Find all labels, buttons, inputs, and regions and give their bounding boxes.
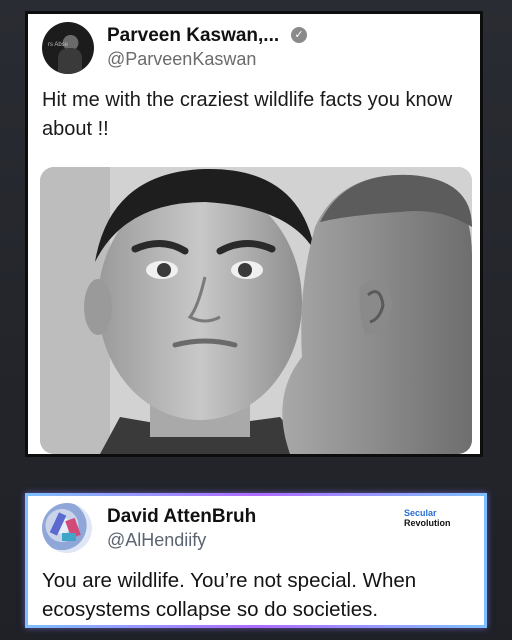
avatar-caption: rs Abse bbox=[48, 42, 69, 48]
tweet-text: Hit me with the craziest wildlife facts … bbox=[42, 89, 453, 140]
tweet-card[interactable]: rs Abse Parveen Kaswan,... ✓ @ParveenKas… bbox=[25, 11, 483, 457]
tweet-photo[interactable] bbox=[40, 167, 472, 454]
avatar-shape bbox=[62, 533, 76, 541]
author-avatar[interactable]: rs Abse bbox=[42, 22, 94, 74]
verified-check-icon: ✓ bbox=[291, 27, 307, 43]
avatar-figure bbox=[58, 48, 82, 74]
reply-author-name[interactable]: David AttenBruh bbox=[107, 506, 256, 528]
reply-author-handle[interactable]: @AlHendiify bbox=[107, 530, 206, 551]
author-handle[interactable]: @ParveenKaswan bbox=[107, 49, 256, 70]
photo-illustration bbox=[40, 167, 472, 454]
reply-text: You are wildlife. You’re not special. Wh… bbox=[42, 569, 417, 621]
watermark-part1: Secular bbox=[404, 508, 437, 518]
watermark: Secular Revolution bbox=[404, 508, 484, 528]
watermark-part2: Revolution bbox=[404, 518, 451, 528]
reply-avatar[interactable] bbox=[42, 503, 92, 553]
divider bbox=[0, 457, 512, 495]
author-name[interactable]: Parveen Kaswan,... bbox=[107, 25, 279, 47]
reply-card[interactable]: David AttenBruh @AlHendiify Secular Revo… bbox=[25, 493, 487, 628]
